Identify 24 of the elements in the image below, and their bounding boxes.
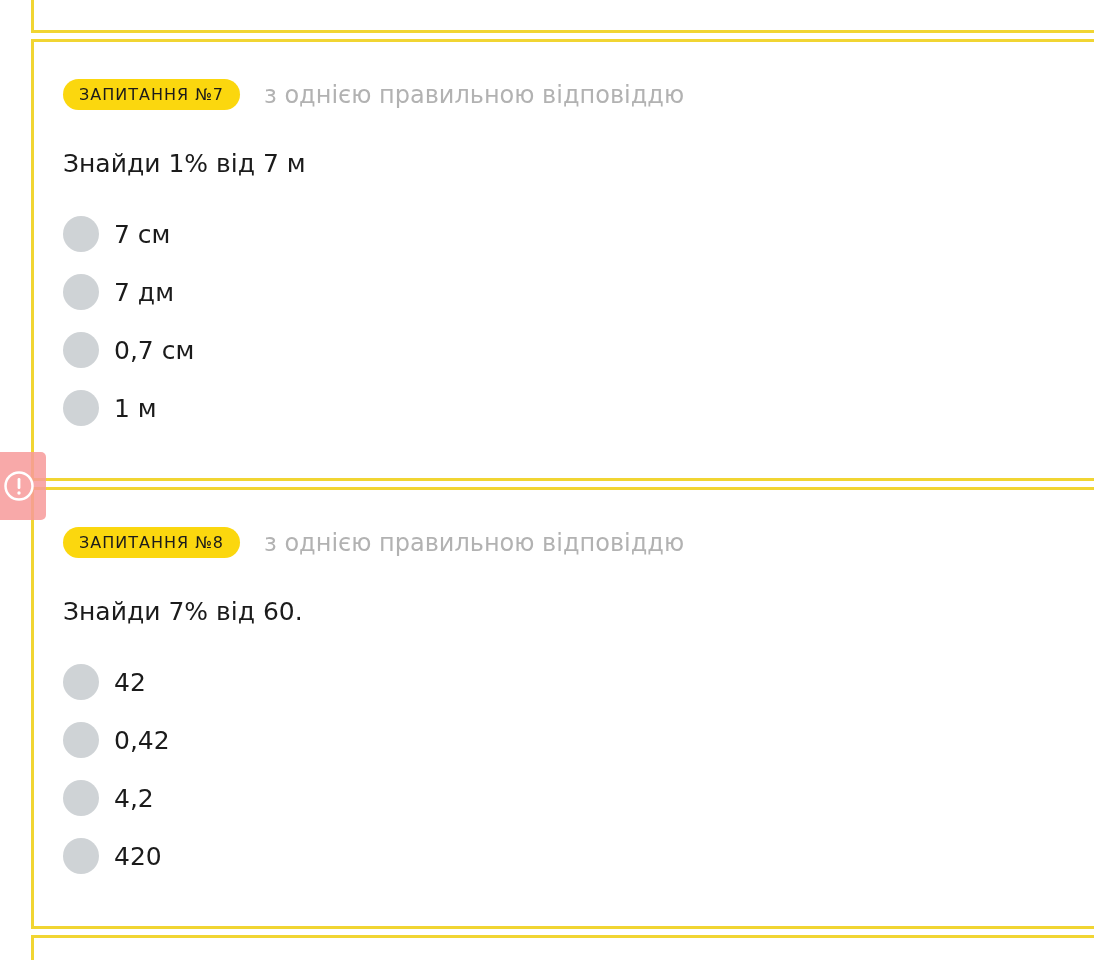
radio-button[interactable] xyxy=(63,664,99,700)
radio-button[interactable] xyxy=(63,216,99,252)
option-label[interactable]: 7 дм xyxy=(114,277,174,307)
radio-button[interactable] xyxy=(63,780,99,816)
option-label[interactable]: 420 xyxy=(114,841,162,871)
option-label[interactable]: 42 xyxy=(114,667,146,697)
question-number-badge: ЗАПИТАННЯ №8 xyxy=(63,527,240,558)
radio-button[interactable] xyxy=(63,274,99,310)
option-label[interactable]: 7 см xyxy=(114,219,171,249)
radio-button[interactable] xyxy=(63,722,99,758)
report-tab[interactable] xyxy=(0,452,46,520)
question-text: Знайди 7% від 60. xyxy=(63,596,303,627)
alert-icon xyxy=(4,471,34,501)
question-text: Знайди 1% від 7 м xyxy=(63,148,306,179)
radio-button[interactable] xyxy=(63,332,99,368)
answer-type-label: з однією правильною відповіддю xyxy=(264,528,685,557)
question-number-badge: ЗАПИТАННЯ №7 xyxy=(63,79,240,110)
radio-button[interactable] xyxy=(63,390,99,426)
answer-type-label: з однією правильною відповіддю xyxy=(264,80,685,109)
option-label[interactable]: 0,7 см xyxy=(114,335,195,365)
radio-button[interactable] xyxy=(63,838,99,874)
option-label[interactable]: 4,2 xyxy=(114,783,154,813)
option-label[interactable]: 0,42 xyxy=(114,725,170,755)
option-label[interactable]: 1 м xyxy=(114,393,157,423)
